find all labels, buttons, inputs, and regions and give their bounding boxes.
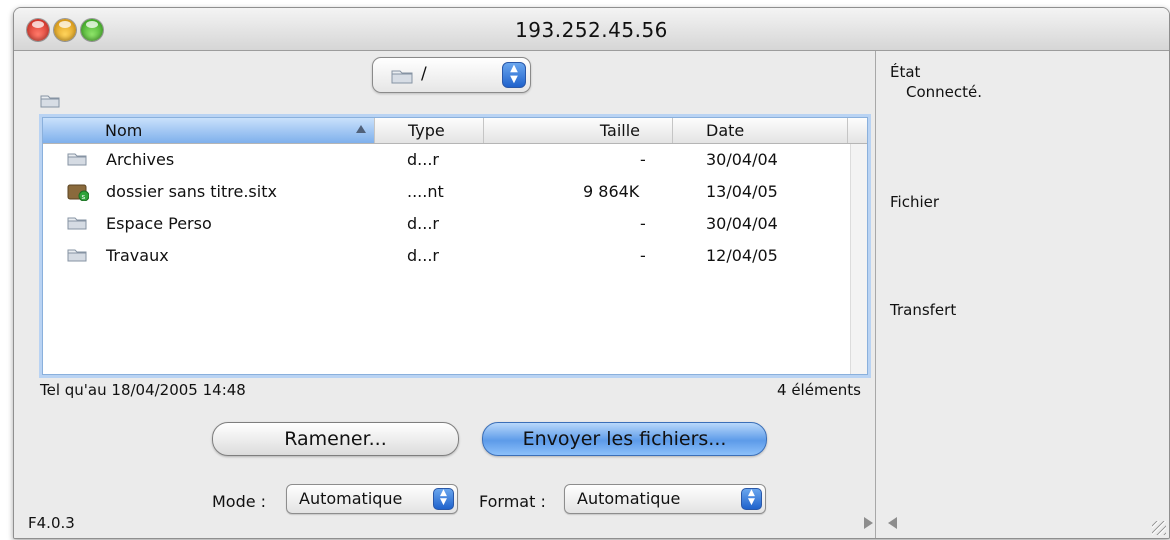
format-select[interactable]: Automatique ▲ ▼ [564,484,766,514]
current-folder-icon [40,93,60,112]
file-row[interactable]: Travaux d...r - 12/04/05 [43,240,850,272]
file-date: 30/04/04 [706,214,778,233]
mode-label: Mode : [212,492,267,511]
file-type: d...r [407,246,439,265]
file-name: dossier sans titre.sitx [106,182,277,201]
file-type: ....nt [407,182,444,201]
file-title: Fichier [890,193,940,211]
item-count-text: 4 éléments [777,381,861,399]
folder-icon [391,68,413,88]
title-bar[interactable]: 193.252.45.56 [14,8,1169,51]
column-size-label: Taille [599,121,640,140]
file-date: 30/04/04 [706,150,778,169]
column-name-label: Nom [105,121,143,140]
file-name: Espace Perso [106,214,212,233]
fetch-button[interactable]: Ramener... [212,422,459,456]
state-title: État [890,63,921,81]
file-size: - [640,150,646,169]
file-name: Archives [106,150,175,169]
path-label: / [421,64,427,84]
path-popup[interactable]: / ▲ ▼ [372,57,531,93]
mode-value: Automatique [299,489,403,508]
file-row[interactable]: s dossier sans titre.sitx ....nt 9 864K … [43,176,850,208]
sort-ascending-icon [356,125,366,133]
mode-select[interactable]: Automatique ▲ ▼ [286,484,458,514]
archive-icon: s [67,183,90,205]
version-label: F4.0.3 [28,514,75,532]
popup-stepper-icon: ▲ ▼ [502,62,526,88]
file-size: - [640,214,646,233]
popup-stepper-icon: ▲ ▼ [741,488,762,510]
column-header-type[interactable]: Type [374,118,484,143]
column-header-date[interactable]: Date [672,118,848,143]
folder-icon [67,215,87,234]
vertical-scrollbar[interactable] [850,144,867,374]
status-drawer: État Connecté. Fichier Transfert [875,51,1169,538]
folder-icon [67,151,87,170]
file-browser-pane: / ▲ ▼ Nom Type Taille Date Archives d...… [14,51,875,538]
column-header-size[interactable]: Taille [483,118,673,143]
svg-text:s: s [82,193,86,201]
format-label: Format : [479,492,546,511]
last-updated-text: Tel qu'au 18/04/2005 14:48 [40,381,246,399]
file-list[interactable]: Nom Type Taille Date Archives d...r - 30 [42,117,868,375]
format-value: Automatique [577,489,681,508]
file-size: - [640,246,646,265]
file-list-header: Nom Type Taille Date [43,118,867,144]
collapse-drawer-icon[interactable] [888,517,897,529]
state-value: Connecté. [906,83,983,101]
transfer-title: Transfert [890,301,957,319]
ftp-window: 193.252.45.56 / ▲ ▼ Nom Type Taille Date… [13,7,1170,539]
file-date: 12/04/05 [706,246,778,265]
file-size: 9 864K [583,182,640,201]
file-date: 13/04/05 [706,182,778,201]
send-files-button[interactable]: Envoyer les fichiers... [482,422,767,456]
column-header-name[interactable]: Nom [43,118,375,143]
resize-grip-icon[interactable] [1152,521,1166,535]
expand-drawer-icon[interactable] [864,517,873,529]
file-type: d...r [407,214,439,233]
file-type: d...r [407,150,439,169]
popup-stepper-icon: ▲ ▼ [433,488,454,510]
file-name: Travaux [106,246,169,265]
file-row[interactable]: Archives d...r - 30/04/04 [43,144,850,176]
file-row[interactable]: Espace Perso d...r - 30/04/04 [43,208,850,240]
folder-icon [67,247,87,266]
column-date-label: Date [706,121,745,140]
column-type-label: Type [408,121,445,140]
window-title: 193.252.45.56 [515,18,668,42]
